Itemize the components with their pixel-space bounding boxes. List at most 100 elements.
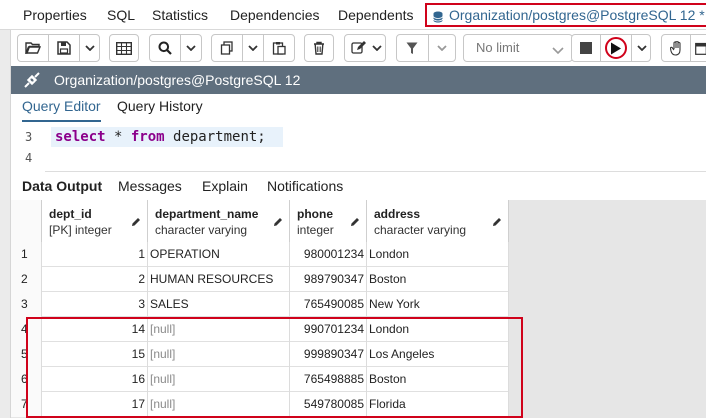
chevron-down-icon[interactable] (632, 35, 651, 61)
calendar-icon[interactable] (691, 35, 706, 61)
find-button-group (149, 34, 202, 62)
column-type: [PK] integer (49, 223, 112, 237)
cell-phone[interactable]: 989790347 (290, 267, 367, 292)
tab-statistics[interactable]: Statistics (152, 0, 208, 30)
tab-query-history[interactable]: Query History (117, 94, 203, 122)
chevron-down-icon[interactable] (429, 35, 455, 61)
delete-icon (305, 35, 333, 61)
cell-department-name[interactable]: [null] (148, 367, 290, 392)
line-gutter: 3 4 (11, 122, 45, 172)
tab-notifications[interactable]: Notifications (267, 172, 343, 200)
row-number: 6 (11, 367, 42, 392)
column-header[interactable]: department_name character varying (148, 200, 290, 242)
edit-icon (345, 35, 371, 61)
cell-dept-id[interactable]: 2 (42, 267, 148, 292)
toolbar: No limit (11, 30, 706, 66)
table-row[interactable]: 6 16 [null] 765498885 Boston (11, 367, 509, 392)
tab-dependents[interactable]: Dependents (338, 0, 414, 30)
table-row[interactable]: 2 2 HUMAN RESOURCES 989790347 Boston (11, 267, 509, 292)
tab-data-output[interactable]: Data Output (22, 172, 102, 200)
sql-keyword: select (55, 129, 106, 145)
tab-dependencies[interactable]: Dependencies (230, 0, 320, 30)
cell-department-name[interactable]: [null] (148, 317, 290, 342)
delete-button[interactable] (304, 34, 334, 62)
query-tabs: Query Editor Query History (11, 94, 706, 122)
execute-icon[interactable] (601, 35, 631, 61)
cell-phone[interactable]: 980001234 (290, 242, 367, 267)
table-row[interactable]: 1 1 OPERATION 980001234 London (11, 242, 509, 267)
table-row[interactable]: 7 17 [null] 549780085 Florida (11, 392, 509, 417)
cell-phone[interactable]: 765490085 (290, 292, 367, 317)
cell-dept-id[interactable]: 1 (42, 242, 148, 267)
cell-address[interactable]: Boston (367, 367, 509, 392)
table-icon (110, 35, 138, 61)
line-number: 4 (25, 151, 33, 165)
macros-button-group (661, 34, 706, 62)
chevron-down-icon[interactable] (181, 35, 201, 61)
row-number: 2 (11, 267, 42, 292)
stop-icon[interactable] (572, 35, 600, 61)
tab-query-editor[interactable]: Query Editor (22, 94, 101, 122)
cell-dept-id[interactable]: 16 (42, 367, 148, 392)
open-file-icon[interactable] (18, 35, 48, 61)
row-number: 5 (11, 342, 42, 367)
sql-editor[interactable]: 3 4 select * from department; (11, 122, 706, 172)
cell-dept-id[interactable]: 14 (42, 317, 148, 342)
edit-button[interactable] (344, 34, 386, 62)
cell-phone[interactable]: 765498885 (290, 367, 367, 392)
cell-address[interactable]: Los Angeles (367, 342, 509, 367)
grid-button[interactable] (109, 34, 139, 62)
hand-icon[interactable] (662, 35, 690, 61)
cell-phone[interactable]: 999890347 (290, 342, 367, 367)
column-name: department_name (155, 207, 259, 221)
cell-address[interactable]: London (367, 242, 509, 267)
pencil-icon[interactable] (492, 214, 502, 230)
column-header[interactable]: dept_id [PK] integer (42, 200, 148, 242)
cell-dept-id[interactable]: 15 (42, 342, 148, 367)
paste-icon[interactable] (264, 35, 294, 61)
chevron-down-icon[interactable] (243, 35, 263, 61)
cell-address[interactable]: London (367, 317, 509, 342)
save-icon[interactable] (49, 35, 79, 61)
cell-dept-id[interactable]: 3 (42, 292, 148, 317)
sql-token: department; (164, 129, 266, 145)
filter-icon[interactable] (397, 35, 427, 61)
search-icon[interactable] (150, 35, 180, 61)
database-icon (432, 10, 444, 26)
tab-sql[interactable]: SQL (107, 0, 135, 30)
connection-icon[interactable] (23, 71, 41, 92)
copy-icon[interactable] (212, 35, 242, 61)
row-limit-select[interactable]: No limit (463, 34, 573, 62)
table-row[interactable]: 5 15 [null] 999890347 Los Angeles (11, 342, 509, 367)
pencil-icon[interactable] (131, 214, 141, 230)
cell-department-name[interactable]: SALES (148, 292, 290, 317)
left-panel-edge (0, 0, 11, 418)
cell-department-name[interactable]: OPERATION (148, 242, 290, 267)
tab-properties[interactable]: Properties (23, 0, 87, 30)
table-row[interactable]: 4 14 [null] 990701234 London (11, 317, 509, 342)
chevron-down-icon[interactable] (80, 35, 100, 61)
pencil-icon[interactable] (350, 214, 360, 230)
pencil-icon[interactable] (273, 214, 283, 230)
cell-dept-id[interactable]: 17 (42, 392, 148, 417)
cell-phone[interactable]: 990701234 (290, 317, 367, 342)
row-number: 4 (11, 317, 42, 342)
column-header[interactable]: address character varying (367, 200, 509, 242)
cell-department-name[interactable]: [null] (148, 342, 290, 367)
cell-department-name[interactable]: HUMAN RESOURCES (148, 267, 290, 292)
table-row[interactable]: 3 3 SALES 765490085 New York (11, 292, 509, 317)
cell-address[interactable]: Florida (367, 392, 509, 417)
tab-explain[interactable]: Explain (202, 172, 248, 200)
column-type: character varying (155, 223, 248, 237)
cell-address[interactable]: Boston (367, 267, 509, 292)
column-header[interactable]: phone integer (290, 200, 367, 242)
cell-address[interactable]: New York (367, 292, 509, 317)
column-name: phone (297, 207, 333, 221)
data-grid: dept_id [PK] integer department_name cha… (11, 200, 706, 418)
tab-query-tool[interactable]: Organization/postgres@PostgreSQL 12 * (425, 3, 706, 27)
cell-phone[interactable]: 549780085 (290, 392, 367, 417)
cell-department-name[interactable]: [null] (148, 392, 290, 417)
tab-messages[interactable]: Messages (118, 172, 182, 200)
row-number: 3 (11, 292, 42, 317)
column-type: character varying (374, 223, 467, 237)
